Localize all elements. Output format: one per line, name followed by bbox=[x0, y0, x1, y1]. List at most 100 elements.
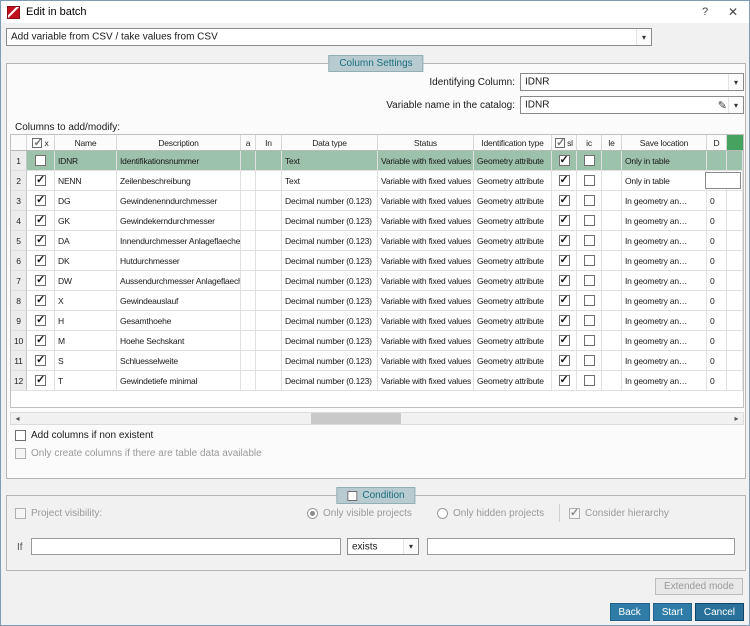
table-row[interactable]: 4GKGewindekerndurchmesserDecimal number … bbox=[11, 211, 743, 231]
in-cell[interactable] bbox=[256, 371, 282, 391]
description-cell[interactable]: Gewindekerndurchmesser bbox=[117, 211, 241, 231]
extended-mode-button[interactable]: Extended mode bbox=[655, 578, 743, 595]
overflow-cell[interactable] bbox=[727, 291, 743, 311]
overflow-cell[interactable] bbox=[727, 371, 743, 391]
name-cell[interactable]: M bbox=[55, 331, 117, 351]
cell-checkbox[interactable] bbox=[584, 215, 595, 226]
cell-checkbox[interactable] bbox=[559, 215, 570, 226]
table-row[interactable]: 6DKHutdurchmesserDecimal number (0.123)V… bbox=[11, 251, 743, 271]
header-save-location[interactable]: Save location bbox=[622, 135, 707, 150]
table-row[interactable]: 3DGGewindenenndurchmesserDecimal number … bbox=[11, 191, 743, 211]
a-cell[interactable] bbox=[241, 171, 256, 191]
include-cell[interactable] bbox=[27, 331, 55, 351]
le-cell[interactable] bbox=[602, 151, 622, 171]
cell-checkbox[interactable] bbox=[35, 155, 46, 166]
status-cell[interactable]: Variable with fixed values bbox=[378, 291, 474, 311]
save-location-cell[interactable]: In geometry an… bbox=[622, 291, 707, 311]
overflow-cell[interactable] bbox=[727, 151, 743, 171]
save-location-cell[interactable]: In geometry an… bbox=[622, 331, 707, 351]
in-cell[interactable] bbox=[256, 311, 282, 331]
sl-cell[interactable] bbox=[552, 311, 577, 331]
name-cell[interactable]: X bbox=[55, 291, 117, 311]
d-cell[interactable]: 0 bbox=[707, 231, 727, 251]
ic-cell[interactable] bbox=[577, 351, 602, 371]
include-cell[interactable] bbox=[27, 151, 55, 171]
le-cell[interactable] bbox=[602, 371, 622, 391]
horizontal-scrollbar[interactable]: ◂ ▸ bbox=[10, 412, 744, 425]
in-cell[interactable] bbox=[256, 191, 282, 211]
a-cell[interactable] bbox=[241, 331, 256, 351]
cell-checkbox[interactable] bbox=[584, 315, 595, 326]
description-cell[interactable]: Schluesselweite bbox=[117, 351, 241, 371]
le-cell[interactable] bbox=[602, 191, 622, 211]
sl-cell[interactable] bbox=[552, 231, 577, 251]
include-cell[interactable] bbox=[27, 251, 55, 271]
operator-select[interactable]: exists ▾ bbox=[347, 538, 419, 555]
chevron-down-icon[interactable]: ▾ bbox=[403, 539, 418, 554]
d-cell[interactable]: 0 bbox=[707, 191, 727, 211]
save-location-cell[interactable]: Only in table bbox=[622, 171, 707, 191]
a-cell[interactable] bbox=[241, 351, 256, 371]
sl-cell[interactable] bbox=[552, 351, 577, 371]
save-location-cell[interactable]: In geometry an… bbox=[622, 371, 707, 391]
id-type-cell[interactable]: Geometry attribute bbox=[474, 331, 552, 351]
in-cell[interactable] bbox=[256, 291, 282, 311]
overflow-cell[interactable] bbox=[727, 311, 743, 331]
overflow-cell[interactable] bbox=[727, 351, 743, 371]
cell-checkbox[interactable] bbox=[35, 355, 46, 366]
table-row[interactable]: 9HGesamthoeheDecimal number (0.123)Varia… bbox=[11, 311, 743, 331]
sl-cell[interactable] bbox=[552, 191, 577, 211]
id-type-cell[interactable]: Geometry attribute bbox=[474, 371, 552, 391]
overflow-cell[interactable] bbox=[727, 191, 743, 211]
name-cell[interactable]: NENN bbox=[55, 171, 117, 191]
description-cell[interactable]: Gesamthoehe bbox=[117, 311, 241, 331]
id-type-cell[interactable]: Geometry attribute bbox=[474, 211, 552, 231]
d-cell[interactable]: 0 bbox=[707, 371, 727, 391]
save-location-cell[interactable]: In geometry an… bbox=[622, 191, 707, 211]
le-cell[interactable] bbox=[602, 271, 622, 291]
save-location-cell[interactable]: In geometry an… bbox=[622, 271, 707, 291]
in-cell[interactable] bbox=[256, 211, 282, 231]
cell-checkbox[interactable] bbox=[559, 235, 570, 246]
status-cell[interactable]: Variable with fixed values bbox=[378, 371, 474, 391]
description-cell[interactable]: Innendurchmesser Anlageflaeche bbox=[117, 231, 241, 251]
table-row[interactable]: 11SSchluesselweiteDecimal number (0.123)… bbox=[11, 351, 743, 371]
scroll-left-icon[interactable]: ◂ bbox=[11, 413, 24, 424]
ic-cell[interactable] bbox=[577, 251, 602, 271]
include-cell[interactable] bbox=[27, 311, 55, 331]
header-sl[interactable]: sl bbox=[552, 135, 577, 150]
table-row[interactable]: 5DAInnendurchmesser AnlageflaecheDecimal… bbox=[11, 231, 743, 251]
sl-cell[interactable] bbox=[552, 271, 577, 291]
data-type-cell[interactable]: Decimal number (0.123) bbox=[282, 191, 378, 211]
name-cell[interactable]: T bbox=[55, 371, 117, 391]
a-cell[interactable] bbox=[241, 151, 256, 171]
cell-checkbox[interactable] bbox=[559, 155, 570, 166]
description-cell[interactable]: Gewindetiefe minimal bbox=[117, 371, 241, 391]
description-cell[interactable]: Identifikationsnummer bbox=[117, 151, 241, 171]
d-cell[interactable]: 0 bbox=[707, 351, 727, 371]
add-columns-row[interactable]: Add columns if non existent bbox=[15, 430, 153, 441]
data-type-cell[interactable]: Decimal number (0.123) bbox=[282, 331, 378, 351]
cell-checkbox[interactable] bbox=[559, 315, 570, 326]
ic-cell[interactable] bbox=[577, 311, 602, 331]
le-cell[interactable] bbox=[602, 311, 622, 331]
overflow-cell[interactable] bbox=[727, 231, 743, 251]
d-cell[interactable]: 0 bbox=[707, 271, 727, 291]
description-cell[interactable]: Gewindeauslauf bbox=[117, 291, 241, 311]
sl-cell[interactable] bbox=[552, 331, 577, 351]
cell-checkbox[interactable] bbox=[559, 195, 570, 206]
a-cell[interactable] bbox=[241, 311, 256, 331]
sl-cell[interactable] bbox=[552, 371, 577, 391]
include-cell[interactable] bbox=[27, 191, 55, 211]
name-cell[interactable]: IDNR bbox=[55, 151, 117, 171]
data-type-cell[interactable]: Decimal number (0.123) bbox=[282, 211, 378, 231]
in-cell[interactable] bbox=[256, 271, 282, 291]
id-type-cell[interactable]: Geometry attribute bbox=[474, 251, 552, 271]
id-type-cell[interactable]: Geometry attribute bbox=[474, 311, 552, 331]
name-cell[interactable]: DA bbox=[55, 231, 117, 251]
le-cell[interactable] bbox=[602, 351, 622, 371]
include-cell[interactable] bbox=[27, 211, 55, 231]
ic-cell[interactable] bbox=[577, 291, 602, 311]
status-cell[interactable]: Variable with fixed values bbox=[378, 191, 474, 211]
id-type-cell[interactable]: Geometry attribute bbox=[474, 231, 552, 251]
